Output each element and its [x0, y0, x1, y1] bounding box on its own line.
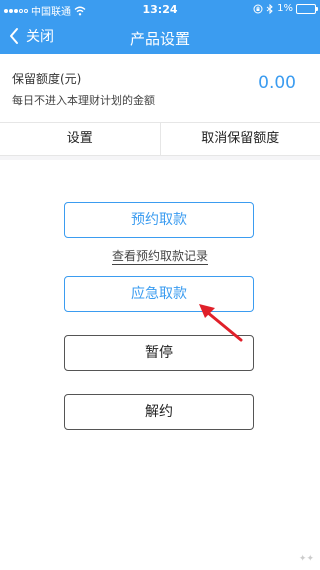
- cancel-reserved-button[interactable]: 取消保留额度: [161, 123, 320, 155]
- battery-icon: [296, 3, 318, 14]
- orientation-lock-icon: [253, 4, 263, 13]
- reserved-amount-value: 0.00: [258, 73, 296, 93]
- nav-bar: 关闭 产品设置: [0, 20, 320, 54]
- product-actions-panel: 预约取款 查看预约取款记录 应急取款 暂停 解约: [0, 160, 320, 570]
- watermark-logo: ✦✦: [298, 554, 314, 564]
- page-title: 产品设置: [129, 30, 190, 48]
- status-bar: 中国联通 13:24 1%: [0, 0, 320, 20]
- terminate-button[interactable]: 解约: [64, 394, 254, 430]
- view-scheduled-records-link[interactable]: 查看预约取款记录: [111, 249, 208, 265]
- scheduled-withdraw-button[interactable]: 预约取款: [64, 202, 254, 238]
- set-reserved-button[interactable]: 设置: [0, 123, 160, 155]
- battery-percent: 1%: [277, 3, 293, 14]
- view-records-link-wrap: 查看预约取款记录: [0, 247, 320, 265]
- status-right: 1%: [253, 3, 318, 14]
- bluetooth-icon: [266, 3, 273, 14]
- reserved-amount-label: 保留额度(元): [12, 72, 82, 86]
- reserved-amount-description: 每日不进入本理财计划的金额: [12, 94, 155, 107]
- annotation-arrow-icon: [199, 304, 243, 342]
- reserved-amount-card: 保留额度(元) 每日不进入本理财计划的金额 0.00: [0, 54, 320, 122]
- reserved-amount-actions: 设置 取消保留额度: [0, 122, 320, 156]
